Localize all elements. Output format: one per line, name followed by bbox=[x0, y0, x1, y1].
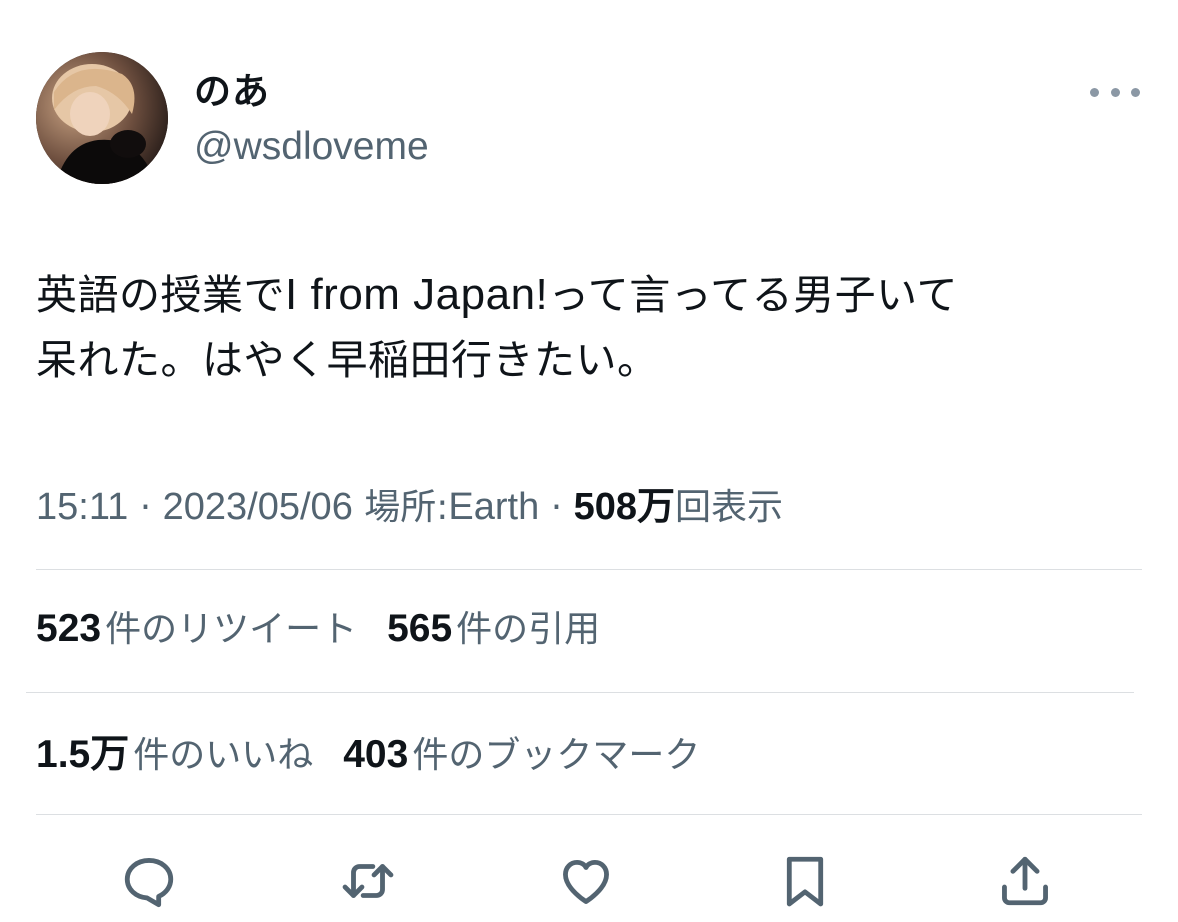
likes-label: 件のいいね bbox=[133, 735, 314, 776]
tweet-text-line-1: 英語の授業でI from Japan!って言ってる男子いて bbox=[36, 262, 1146, 328]
bookmark-button[interactable] bbox=[774, 850, 836, 912]
tweet-text-part: って言ってる男子いて bbox=[548, 271, 958, 319]
tweet-text: 英語の授業でI from Japan!って言ってる男子いて 呆れた。はやく早稲田… bbox=[36, 262, 1146, 393]
retweet-icon bbox=[342, 864, 394, 898]
more-dot-icon bbox=[1090, 87, 1099, 97]
avatar[interactable] bbox=[36, 52, 168, 184]
likes-stat[interactable]: 1.5万 件のいいね bbox=[36, 732, 313, 779]
reply-icon bbox=[124, 858, 174, 908]
stats-row-reposts: 523 件のリツイート 565 件の引用 bbox=[36, 606, 630, 653]
divider bbox=[36, 569, 1142, 570]
location-label: 場所: bbox=[364, 487, 449, 528]
quotes-stat[interactable]: 565 件の引用 bbox=[387, 606, 600, 653]
quotes-count: 565 bbox=[387, 607, 453, 650]
views-count: 508万 bbox=[573, 486, 676, 528]
share-button[interactable] bbox=[994, 850, 1056, 912]
tweet-text-part: 英語の授業で bbox=[36, 271, 285, 319]
tweet-text-english: I from Japan! bbox=[285, 270, 549, 319]
more-dot-icon bbox=[1110, 87, 1120, 97]
stats-row-likes: 1.5万 件のいいね 403 件のブックマーク bbox=[36, 732, 730, 779]
profile-photo-icon bbox=[36, 52, 168, 184]
views-label: 回表示 bbox=[675, 487, 784, 528]
bookmarks-stat[interactable]: 403 件のブックマーク bbox=[343, 732, 700, 779]
display-name[interactable]: のあ bbox=[194, 70, 270, 114]
bookmarks-label: 件のブックマーク bbox=[412, 735, 701, 776]
retweets-count: 523 bbox=[36, 607, 102, 650]
more-options-button[interactable] bbox=[1090, 80, 1140, 104]
quotes-label: 件の引用 bbox=[456, 609, 601, 650]
tweet-text-line-2: 呆れた。はやく早稲田行きたい。 bbox=[36, 336, 659, 384]
like-icon bbox=[563, 859, 609, 904]
retweets-stat[interactable]: 523 件のリツイート bbox=[36, 606, 357, 653]
tweet-meta: 15:11 · 2023/05/06 場所:Earth · 508万回表示 bbox=[36, 484, 783, 531]
user-handle[interactable]: @wsdloveme bbox=[194, 124, 429, 170]
meta-separator: · bbox=[550, 487, 563, 528]
meta-separator: · bbox=[139, 487, 152, 528]
divider bbox=[26, 692, 1134, 693]
likes-count: 1.5万 bbox=[36, 733, 130, 776]
share-icon bbox=[1002, 856, 1048, 906]
divider bbox=[36, 814, 1142, 815]
retweet-button[interactable] bbox=[337, 850, 399, 912]
bookmarks-count: 403 bbox=[343, 733, 409, 776]
bookmark-icon bbox=[786, 856, 824, 907]
tweet-time[interactable]: 15:11 bbox=[36, 486, 128, 528]
reply-button[interactable] bbox=[118, 850, 180, 912]
retweets-label: 件のリツイート bbox=[105, 609, 358, 650]
tweet-location: Earth bbox=[448, 486, 540, 528]
more-dot-icon bbox=[1131, 87, 1140, 97]
like-button[interactable] bbox=[555, 850, 617, 912]
tweet-date[interactable]: 2023/05/06 bbox=[163, 486, 353, 528]
